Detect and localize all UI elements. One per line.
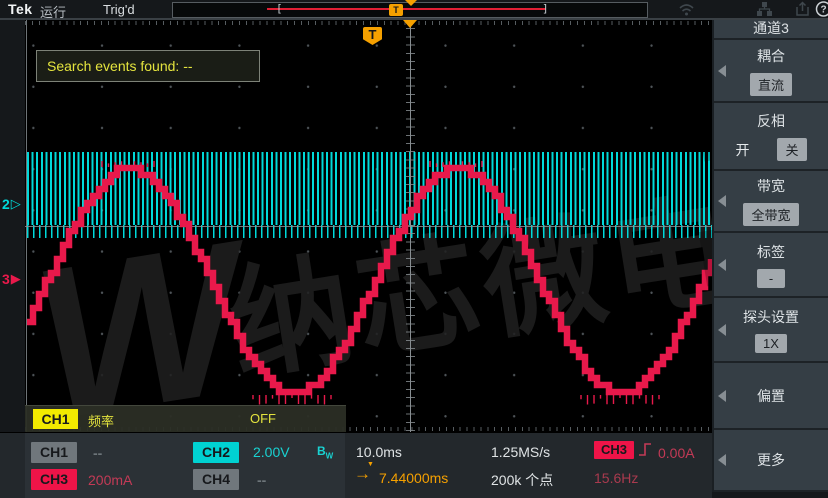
trigger-position-triangle-icon[interactable]: [403, 20, 417, 28]
coupling-value-button[interactable]: 直流: [750, 73, 792, 96]
ch3-marker-number: 3: [2, 271, 10, 287]
chevron-left-icon: [718, 390, 726, 402]
ch3-position-marker[interactable]: 3▶: [2, 271, 21, 287]
label-label: 标签: [757, 242, 785, 262]
sidebar-item-invert[interactable]: 反相 开 关: [714, 103, 828, 171]
ch3-badge[interactable]: CH3: [31, 469, 77, 490]
sidebar-item-label[interactable]: 标签 -: [714, 233, 828, 298]
help-icon[interactable]: ?: [815, 1, 828, 17]
sidebar-item-offset[interactable]: 偏置: [714, 363, 828, 430]
record-length: 200k 个点: [491, 470, 553, 490]
delay-arrow-icon: →▼: [354, 464, 371, 484]
rising-edge-icon: [638, 440, 652, 458]
invert-on-option[interactable]: 开: [735, 140, 749, 160]
export-icon[interactable]: [794, 1, 811, 17]
invert-off-option[interactable]: 关: [777, 138, 806, 161]
top-bar: Tek 运行 Trig'd [ ] T ?: [0, 0, 828, 20]
channel-readouts: CH1 -- CH2 2.00V BW CH3 200mA CH4 --: [25, 433, 345, 498]
label-value-button[interactable]: -: [757, 269, 785, 288]
probe-value-button[interactable]: 1X: [755, 334, 787, 353]
measurement-name: 频率: [88, 411, 114, 430]
chevron-left-icon: [718, 324, 726, 336]
horizontal-scale[interactable]: 10.0ms: [356, 444, 402, 460]
record-view-trigger-flag[interactable]: T: [389, 4, 403, 16]
trigger-level[interactable]: 0.00A: [658, 445, 695, 461]
trigger-source-badge[interactable]: CH3: [594, 441, 634, 459]
measurement-bar[interactable]: CH1 频率 OFF: [25, 405, 346, 432]
wifi-icon[interactable]: [678, 1, 695, 17]
sample-rate: 1.25MS/s: [491, 444, 550, 460]
measurement-value: OFF: [250, 411, 276, 426]
bandwidth-label: 带宽: [757, 176, 785, 196]
horizontal-trigger-readouts: 10.0ms 1.25MS/s CH3 0.00A →▼ 7.44000ms 2…: [346, 433, 712, 498]
sidebar-item-bandwidth[interactable]: 带宽 全带宽: [714, 171, 828, 233]
record-view-right-bracket: ]: [542, 4, 549, 14]
chevron-left-icon: [718, 454, 726, 466]
horizontal-delay[interactable]: 7.44000ms: [379, 470, 448, 486]
search-events-banner: Search events found: --: [36, 50, 260, 82]
search-events-text: Search events found: --: [47, 58, 193, 74]
ch2-badge[interactable]: CH2: [193, 442, 239, 463]
more-label: 更多: [757, 450, 785, 470]
chevron-left-icon: [718, 259, 726, 271]
trigger-status: Trig'd: [103, 2, 135, 17]
invert-label: 反相: [757, 111, 785, 131]
svg-text:?: ?: [820, 5, 826, 16]
ch4-badge[interactable]: CH4: [193, 469, 239, 490]
ch2-scale-value: 2.00V: [253, 444, 290, 460]
ch1-badge[interactable]: CH1: [31, 442, 77, 463]
acquisition-status: 运行: [40, 2, 66, 21]
record-view-left-bracket: [: [276, 4, 283, 14]
sidebar-title: 通道3: [714, 18, 828, 40]
sidebar-item-coupling[interactable]: 耦合 直流: [714, 40, 828, 103]
network-icon[interactable]: [756, 1, 773, 17]
sidebar-channel-menu: 通道3 耦合 直流 反相 开 关 带宽 全带宽 标签 - 探头设置 1X 偏置 …: [712, 18, 828, 492]
status-bar: CH1 -- CH2 2.00V BW CH3 200mA CH4 -- 10.…: [0, 432, 712, 498]
ch2-marker-triangle-icon: ▷: [11, 196, 21, 212]
tek-logo: Tek: [8, 1, 33, 17]
ch3-scale-value: 200mA: [88, 472, 132, 488]
ch2-position-marker[interactable]: 2▷: [2, 196, 21, 212]
chevron-left-icon: [718, 65, 726, 77]
sidebar-item-probe-setup[interactable]: 探头设置 1X: [714, 298, 828, 363]
trigger-frequency: 15.6Hz: [594, 470, 638, 486]
record-view-waveform-line: [267, 8, 546, 10]
coupling-label: 耦合: [757, 46, 785, 66]
record-view-trigger-triangle-icon[interactable]: [405, 0, 417, 6]
probe-label: 探头设置: [743, 307, 799, 327]
ch4-scale-value: --: [257, 472, 266, 488]
sidebar-item-more[interactable]: 更多: [714, 430, 828, 492]
ch1-scale-value: --: [93, 445, 102, 461]
measurement-channel-badge[interactable]: CH1: [33, 409, 78, 429]
chevron-left-icon: [718, 195, 726, 207]
offset-label: 偏置: [757, 386, 785, 406]
bandwidth-value-button[interactable]: 全带宽: [743, 203, 798, 226]
sidebar-title-text: 通道3: [753, 18, 789, 38]
ch3-marker-triangle-icon: ▶: [11, 271, 21, 287]
ch2-bandwidth-limit-icon: BW: [317, 444, 333, 460]
ch2-marker-number: 2: [2, 196, 10, 212]
